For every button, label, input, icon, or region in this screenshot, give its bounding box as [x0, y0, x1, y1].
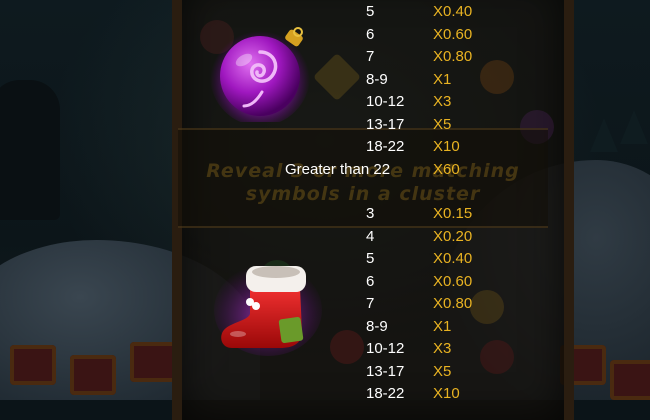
cluster-count: 6	[366, 25, 375, 43]
payout-multiplier: X3	[433, 340, 452, 357]
cluster-count: 5	[366, 250, 375, 267]
purple-ornament-icon	[210, 22, 318, 126]
cluster-count: 4	[366, 227, 375, 245]
payout-multiplier: X5	[433, 362, 452, 380]
red-stocking-icon	[210, 258, 322, 356]
payout-multiplier: X0.15	[433, 205, 473, 222]
cluster-count: 10-12	[366, 340, 405, 357]
cluster-count: 13-17	[366, 115, 405, 133]
cluster-count: 18-22	[366, 385, 405, 402]
payout-multiplier: X0.60	[433, 25, 473, 43]
payout-multiplier: X1	[433, 317, 452, 335]
payout-multiplier: X60	[433, 160, 460, 178]
cluster-count: 10-12	[366, 93, 405, 110]
cluster-count: 7	[366, 295, 375, 312]
payout-multiplier: X0.60	[433, 272, 473, 290]
payout-multiplier: X0.20	[433, 227, 473, 245]
payout-multiplier: X0.80	[433, 48, 473, 65]
cluster-count: Greater than 22	[285, 160, 391, 178]
payout-multiplier: X0.80	[433, 295, 473, 312]
cluster-count: 3	[366, 205, 375, 222]
payout-multiplier: X0.40	[433, 3, 473, 20]
payout-multiplier: X10	[433, 385, 460, 402]
cluster-count: 6	[366, 272, 375, 290]
cluster-count: 18-22	[366, 138, 405, 155]
cluster-count: 7	[366, 48, 375, 65]
cluster-count: 8-9	[366, 70, 388, 88]
payout-multiplier: X1	[433, 70, 452, 88]
payout-multiplier: X0.40	[433, 250, 473, 267]
payout-multiplier: X10	[433, 138, 460, 155]
cluster-count: 13-17	[366, 362, 405, 380]
payout-multiplier: X5	[433, 115, 452, 133]
cluster-count: 8-9	[366, 317, 388, 335]
payout-multiplier: X3	[433, 93, 452, 110]
cluster-count: 5	[366, 3, 375, 20]
